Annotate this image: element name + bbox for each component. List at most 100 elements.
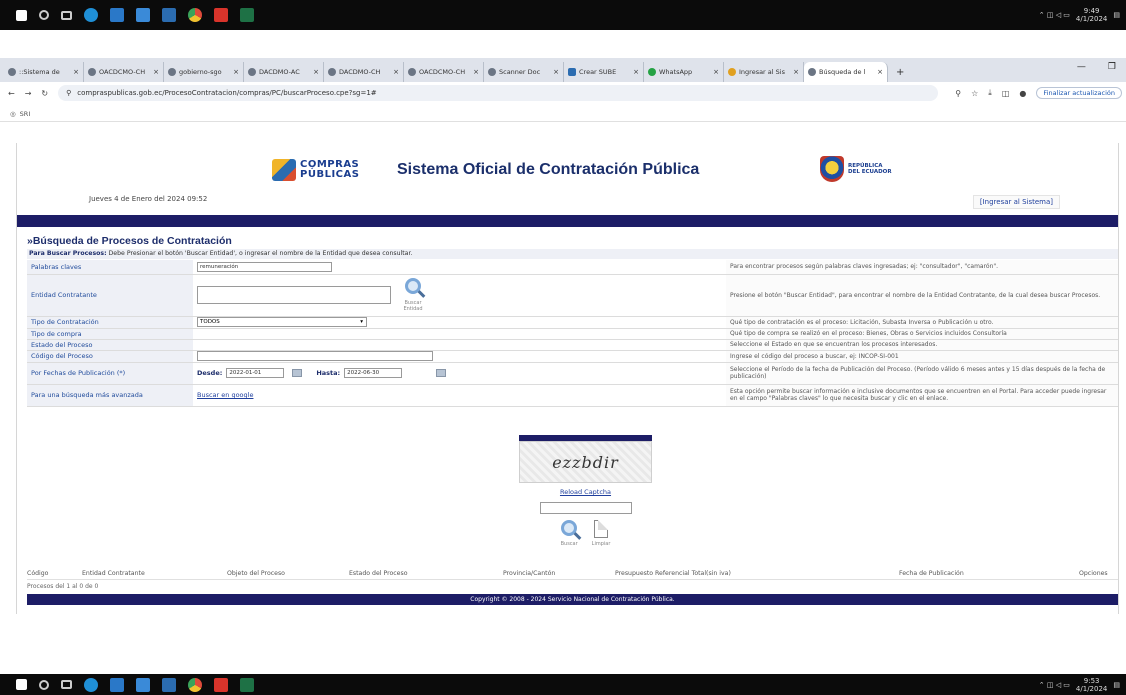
- calendar-icon[interactable]: [436, 369, 447, 377]
- favicon-icon: [408, 68, 416, 76]
- browser-tab[interactable]: OACDCMO-CH ×: [404, 62, 484, 82]
- logo-line2: PÚBLICAS: [300, 169, 360, 180]
- col-opciones: Opciones: [1079, 570, 1108, 577]
- edge-icon[interactable]: [84, 677, 98, 692]
- file-explorer-icon[interactable]: [110, 8, 124, 22]
- new-tab-button[interactable]: +: [888, 62, 912, 82]
- favicon-icon: [488, 68, 496, 76]
- favicon-icon: [568, 68, 576, 76]
- form-row-type: Tipo de Contratación TODOS ▾ Qué tipo de …: [27, 316, 1118, 329]
- clear-button[interactable]: Limpiar: [592, 520, 610, 547]
- close-icon[interactable]: ×: [393, 68, 399, 76]
- mail-icon[interactable]: [162, 8, 176, 22]
- store-icon[interactable]: [136, 8, 150, 22]
- browser-tab[interactable]: Crear SUBE ×: [564, 62, 644, 82]
- browser-tab[interactable]: Ingresar al Sis ×: [724, 62, 804, 82]
- excel-icon[interactable]: [240, 8, 254, 22]
- sidebar-icon[interactable]: ◫: [1002, 89, 1010, 98]
- bookmark-item[interactable]: SRI: [20, 110, 31, 118]
- windows-start-icon[interactable]: [16, 9, 27, 21]
- clock[interactable]: 9:49 4/1/2024: [1076, 7, 1107, 23]
- globe-icon: ◎: [10, 109, 16, 118]
- close-icon[interactable]: ×: [633, 68, 639, 76]
- clock[interactable]: 9:53 4/1/2024: [1076, 677, 1107, 693]
- col-entidad: Entidad Contratante: [82, 570, 145, 577]
- url-field[interactable]: ⚲ compraspublicas.gob.ec/ProcesoContrata…: [58, 85, 939, 101]
- pdf-icon[interactable]: [214, 677, 228, 692]
- chrome-icon[interactable]: [188, 677, 202, 692]
- contract-type-value: TODOS: [200, 319, 220, 325]
- pdf-icon[interactable]: [214, 8, 228, 22]
- close-icon[interactable]: ×: [73, 68, 79, 76]
- calendar-icon[interactable]: [292, 369, 303, 377]
- close-icon[interactable]: ×: [877, 68, 883, 76]
- tray-icons[interactable]: ⌃ ◫ ◁ ▭: [1039, 11, 1070, 19]
- captcha-section: ezzbdir Reload Captcha Buscar Limpiar: [519, 435, 652, 547]
- close-icon[interactable]: ×: [713, 68, 719, 76]
- tab-label: ::Sistema de: [19, 68, 60, 76]
- browser-tab[interactable]: gobierno-sgo ×: [164, 62, 244, 82]
- zoom-icon[interactable]: ⚲: [955, 89, 961, 98]
- form-row-code: Código del Proceso Ingrese el código del…: [27, 350, 1118, 363]
- browser-tab[interactable]: DACDMO-AC ×: [244, 62, 324, 82]
- site-info-icon[interactable]: ⚲: [66, 89, 71, 97]
- chrome-icon[interactable]: [188, 8, 202, 22]
- close-icon[interactable]: ×: [153, 68, 159, 76]
- task-view-icon[interactable]: [61, 680, 72, 689]
- download-icon[interactable]: ⤓: [988, 88, 992, 98]
- mail-icon[interactable]: [162, 677, 176, 692]
- tab-label: Búsqueda de l: [819, 68, 866, 76]
- login-link[interactable]: [Ingresar al Sistema]: [972, 195, 1060, 209]
- browser-tab-active[interactable]: Búsqueda de l ×: [804, 62, 888, 82]
- keywords-input[interactable]: remuneración: [197, 261, 332, 272]
- close-icon[interactable]: ×: [233, 68, 239, 76]
- close-icon[interactable]: ×: [553, 68, 559, 76]
- reload-captcha-link[interactable]: Reload Captcha: [560, 488, 611, 496]
- search-icon[interactable]: [39, 679, 49, 690]
- form-row-purchase: Tipo de compra Qué tipo de compra se rea…: [27, 328, 1118, 340]
- from-date-input[interactable]: 2022-01-01: [226, 368, 285, 378]
- browser-tab[interactable]: DACDMO-CH ×: [324, 62, 404, 82]
- close-icon[interactable]: ×: [473, 68, 479, 76]
- excel-icon[interactable]: [240, 677, 254, 692]
- edge-icon[interactable]: [84, 8, 98, 22]
- back-icon[interactable]: ←: [8, 89, 15, 98]
- forward-icon[interactable]: →: [25, 89, 32, 98]
- profile-icon[interactable]: ●: [1019, 89, 1026, 98]
- browser-tab[interactable]: Scanner Doc ×: [484, 62, 564, 82]
- col-objeto: Objeto del Proceso: [227, 570, 285, 577]
- bookmark-star-icon[interactable]: ☆: [971, 89, 978, 98]
- entity-input[interactable]: [197, 286, 391, 304]
- close-icon[interactable]: ×: [793, 68, 799, 76]
- browser-tab[interactable]: ::Sistema de ×: [4, 62, 84, 82]
- store-icon[interactable]: [136, 677, 150, 692]
- file-explorer-icon[interactable]: [110, 677, 124, 692]
- update-button[interactable]: Finalizar actualización: [1036, 87, 1122, 99]
- col-fecha: Fecha de Publicación: [899, 570, 964, 577]
- process-state-help: Seleccione el Estado en que se encuentra…: [726, 339, 1118, 351]
- browser-tab[interactable]: WhatsApp ×: [644, 62, 724, 82]
- instructions-text: Debe Presionar el botón 'Buscar Entidad'…: [108, 250, 413, 257]
- search-entity-button[interactable]: Buscar Entidad: [399, 278, 427, 312]
- task-view-icon[interactable]: [61, 10, 72, 20]
- browser-tab[interactable]: OACDCMO-CH ×: [84, 62, 164, 82]
- page-title: »Búsqueda de Procesos de Contratación: [27, 235, 232, 247]
- current-date: Jueves 4 de Enero del 2024 09:52: [89, 195, 208, 203]
- notification-icon[interactable]: ▤: [1113, 11, 1120, 19]
- process-code-input[interactable]: [197, 351, 433, 361]
- maximize-icon[interactable]: ❐: [1108, 62, 1116, 72]
- search-icon[interactable]: [39, 10, 49, 20]
- google-search-link[interactable]: Buscar en google: [197, 391, 253, 399]
- contract-type-select[interactable]: TODOS ▾: [197, 317, 367, 327]
- minimize-icon[interactable]: —: [1077, 62, 1086, 72]
- compras-publicas-logo[interactable]: COMPRAS PÚBLICAS: [272, 159, 359, 181]
- notification-icon[interactable]: ▤: [1113, 681, 1120, 689]
- advanced-label: Para una búsqueda más avanzada: [27, 384, 193, 407]
- captcha-input[interactable]: [539, 502, 632, 514]
- tray-icons[interactable]: ⌃ ◫ ◁ ▭: [1039, 681, 1070, 689]
- close-icon[interactable]: ×: [313, 68, 319, 76]
- reload-icon[interactable]: ↻: [41, 89, 48, 98]
- windows-start-icon[interactable]: [16, 679, 27, 690]
- to-date-input[interactable]: 2022-06-30: [344, 368, 403, 378]
- search-button[interactable]: Buscar: [561, 520, 578, 547]
